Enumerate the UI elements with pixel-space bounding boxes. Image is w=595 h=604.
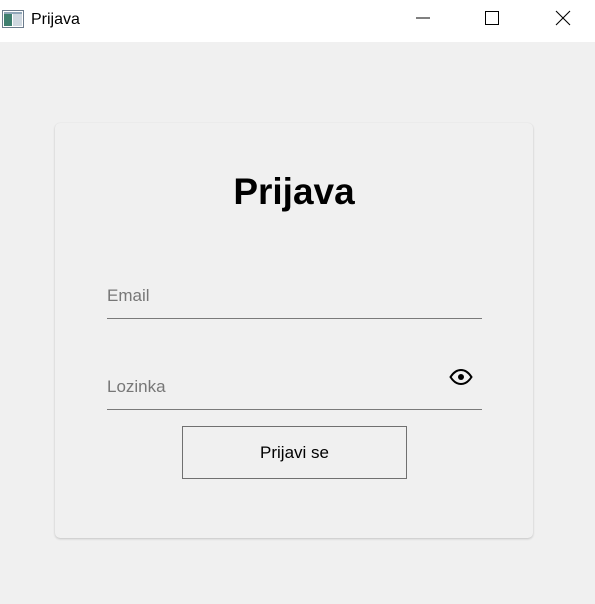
eye-icon[interactable] [448,366,474,388]
minimize-button[interactable] [400,0,446,40]
close-button[interactable] [540,0,586,40]
password-field[interactable] [107,366,482,408]
email-field-container [107,275,482,319]
title-bar: Prijava [0,0,595,42]
page-title: Prijava [233,171,355,212]
app-icon [2,10,24,28]
password-field-container [107,366,482,410]
maximize-icon [484,10,500,31]
minimize-icon [415,10,431,31]
window-title: Prijava [31,11,80,28]
maximize-button[interactable] [469,0,515,40]
login-button[interactable]: Prijavi se [182,426,407,479]
login-card: Prijava Prijavi se [55,123,533,538]
login-window: Prijava Prijava Email Prijavi se [0,0,595,604]
email-field[interactable] [107,275,482,317]
close-icon [555,10,571,31]
